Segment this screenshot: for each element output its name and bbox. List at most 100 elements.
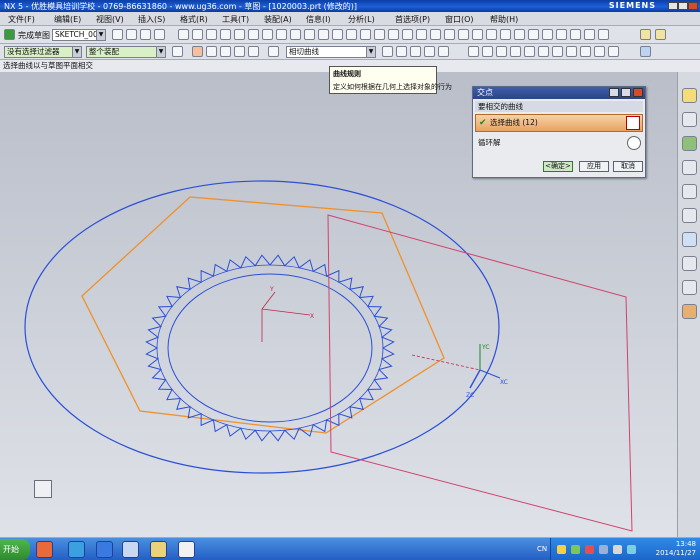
tray-icon[interactable] — [599, 545, 608, 554]
type-filter-combo[interactable]: 没有选择过滤器 ▼ — [4, 46, 82, 58]
reuse-library-icon[interactable] — [682, 160, 697, 175]
snap-toggle-icon[interactable] — [206, 46, 217, 57]
paint-icon[interactable] — [178, 541, 195, 558]
arrow-right-icon[interactable] — [438, 46, 449, 57]
animate-dimension-icon[interactable] — [486, 29, 497, 40]
pattern-icon[interactable] — [570, 29, 581, 40]
cancel-button[interactable]: 取消 — [613, 161, 643, 172]
curves-section-header[interactable]: 要相交的曲线 — [475, 101, 643, 112]
menu-insert[interactable]: 插入(S) — [138, 14, 165, 25]
ok-button[interactable]: <确定> — [543, 161, 573, 172]
sketch-orient-icon[interactable] — [112, 29, 123, 40]
line-icon[interactable] — [192, 29, 203, 40]
gear-inner-circle[interactable] — [167, 273, 373, 423]
profile-icon[interactable] — [178, 29, 189, 40]
snap-midpoint-icon[interactable] — [482, 46, 493, 57]
folder-icon[interactable] — [150, 541, 167, 558]
menu-help[interactable]: 帮助(H) — [490, 14, 518, 25]
snap-pole-icon[interactable] — [594, 46, 605, 57]
sketch-task-icon[interactable] — [640, 29, 651, 40]
menu-format[interactable]: 格式(R) — [180, 14, 208, 25]
finish-sketch-icon[interactable] — [4, 29, 15, 40]
update-model-icon[interactable] — [140, 29, 151, 40]
menu-view[interactable]: 视图(V) — [96, 14, 124, 25]
menu-preferences[interactable]: 首选项(P) — [395, 14, 430, 25]
trim-icon[interactable] — [360, 29, 371, 40]
ellipse-icon[interactable] — [304, 29, 315, 40]
roles-icon[interactable] — [682, 304, 697, 319]
sketch-style-icon[interactable] — [655, 29, 666, 40]
constraint-navigator-icon[interactable] — [682, 136, 697, 151]
snap-bounded-icon[interactable] — [608, 46, 619, 57]
general-select-icon[interactable] — [172, 46, 183, 57]
tray-icon[interactable] — [571, 545, 580, 554]
snap-endpoint-icon[interactable] — [468, 46, 479, 57]
chamfer-icon[interactable] — [248, 29, 259, 40]
reattach-icon[interactable] — [126, 29, 137, 40]
network-icon[interactable] — [627, 545, 636, 554]
close-button[interactable] — [688, 2, 698, 10]
menu-file[interactable]: 文件(F) — [8, 14, 35, 25]
bridge-icon[interactable] — [584, 29, 595, 40]
dimension-icon[interactable] — [402, 29, 413, 40]
menu-info[interactable]: 信息(I) — [306, 14, 331, 25]
offset-curve-icon[interactable] — [332, 29, 343, 40]
path-icon[interactable] — [424, 46, 435, 57]
apply-button[interactable]: 应用 — [579, 161, 609, 172]
clock[interactable]: 13:48 2014/11/27 — [656, 540, 696, 558]
alternate-solution-icon[interactable] — [472, 29, 483, 40]
tray-icon[interactable] — [585, 545, 594, 554]
point-icon[interactable] — [318, 29, 329, 40]
add-existing-icon[interactable] — [528, 29, 539, 40]
snap-on-face-icon[interactable] — [580, 46, 591, 57]
selection-mode-icon[interactable] — [268, 46, 279, 57]
system-materials-icon[interactable] — [682, 256, 697, 271]
tray-icon[interactable] — [557, 545, 566, 554]
search-app-icon[interactable] — [96, 541, 113, 558]
start-button[interactable]: 开始 — [0, 539, 30, 560]
delay-eval-icon[interactable] — [154, 29, 165, 40]
hd3d-tools-icon[interactable] — [682, 184, 697, 199]
assembly-scope-combo[interactable]: 整个装配 ▼ — [86, 46, 166, 58]
select-curve-row[interactable]: ✔ 选择曲线 (12) — [475, 114, 643, 132]
browser-icon[interactable] — [68, 541, 85, 558]
edit-curve-icon[interactable] — [542, 29, 553, 40]
maximize-button[interactable] — [678, 2, 688, 10]
mirror-curve-icon[interactable] — [346, 29, 357, 40]
minimize-button[interactable] — [668, 2, 678, 10]
rectangle-icon[interactable] — [262, 29, 273, 40]
nx-app-icon[interactable] — [122, 541, 139, 558]
sketch-name-combo[interactable]: SKETCH_003 ▼ — [52, 29, 106, 41]
delete-icon[interactable] — [556, 29, 567, 40]
close-icon[interactable] — [633, 88, 643, 97]
history-icon[interactable] — [682, 232, 697, 247]
show-constraints-icon[interactable] — [444, 29, 455, 40]
collapse-icon[interactable] — [621, 88, 631, 97]
part-navigator-icon[interactable] — [682, 88, 697, 103]
feature-curves-icon[interactable] — [410, 46, 421, 57]
web-browser-icon[interactable] — [682, 208, 697, 223]
snap-point-icon[interactable] — [234, 46, 245, 57]
reset-icon[interactable] — [609, 88, 619, 97]
datum-plane[interactable] — [327, 214, 633, 532]
extend-icon[interactable] — [374, 29, 385, 40]
snap-existing-icon[interactable] — [552, 46, 563, 57]
process-studio-icon[interactable] — [682, 280, 697, 295]
filter-icon[interactable] — [248, 46, 259, 57]
corner-icon[interactable] — [388, 29, 399, 40]
curve-select-icon[interactable] — [626, 116, 640, 130]
menu-assembly[interactable]: 装配(A) — [264, 14, 292, 25]
volume-icon[interactable] — [613, 545, 622, 554]
menu-tools[interactable]: 工具(T) — [222, 14, 249, 25]
curve-rule-combo[interactable]: 相切曲线 ▼ — [286, 46, 376, 58]
cycle-icon[interactable] — [627, 136, 641, 150]
assembly-navigator-icon[interactable] — [682, 112, 697, 127]
arc-icon[interactable] — [206, 29, 217, 40]
menu-edit[interactable]: 编辑(E) — [54, 14, 81, 25]
select-box-icon[interactable] — [192, 46, 203, 57]
circle-icon[interactable] — [220, 29, 231, 40]
constraint-icon[interactable] — [416, 29, 427, 40]
menu-analysis[interactable]: 分析(L) — [348, 14, 375, 25]
snap-intersect-icon[interactable] — [510, 46, 521, 57]
snap-on-curve-icon[interactable] — [566, 46, 577, 57]
